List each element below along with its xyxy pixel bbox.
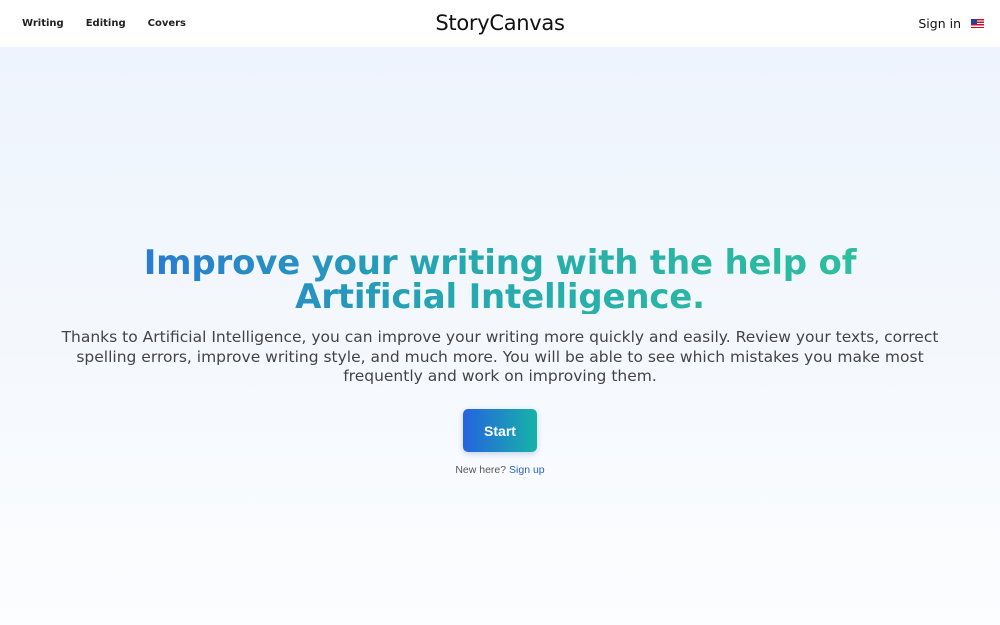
hero-description: Thanks to Artificial Intelligence, you c…	[61, 328, 939, 385]
main-nav: Writing Editing Covers	[22, 0, 186, 47]
us-flag-icon[interactable]	[971, 19, 984, 28]
top-header: Writing Editing Covers StoryCanvas Sign …	[0, 0, 1000, 47]
hero-headline: Improve your writing with the help of Ar…	[60, 246, 940, 314]
nav-writing-link[interactable]: Writing	[22, 18, 64, 29]
header-actions: Sign in	[918, 0, 984, 47]
start-button[interactable]: Start	[463, 409, 537, 452]
sign-in-link[interactable]: Sign in	[918, 16, 961, 31]
signup-prompt: New here? Sign up	[0, 464, 1000, 476]
brand-name[interactable]: StoryCanvas	[435, 11, 565, 35]
hero-section: Improve your writing with the help of Ar…	[0, 47, 1000, 625]
new-here-text: New here?	[455, 464, 507, 476]
nav-covers-link[interactable]: Covers	[148, 18, 186, 29]
sign-up-link[interactable]: Sign up	[509, 464, 545, 476]
nav-editing-link[interactable]: Editing	[86, 18, 126, 29]
